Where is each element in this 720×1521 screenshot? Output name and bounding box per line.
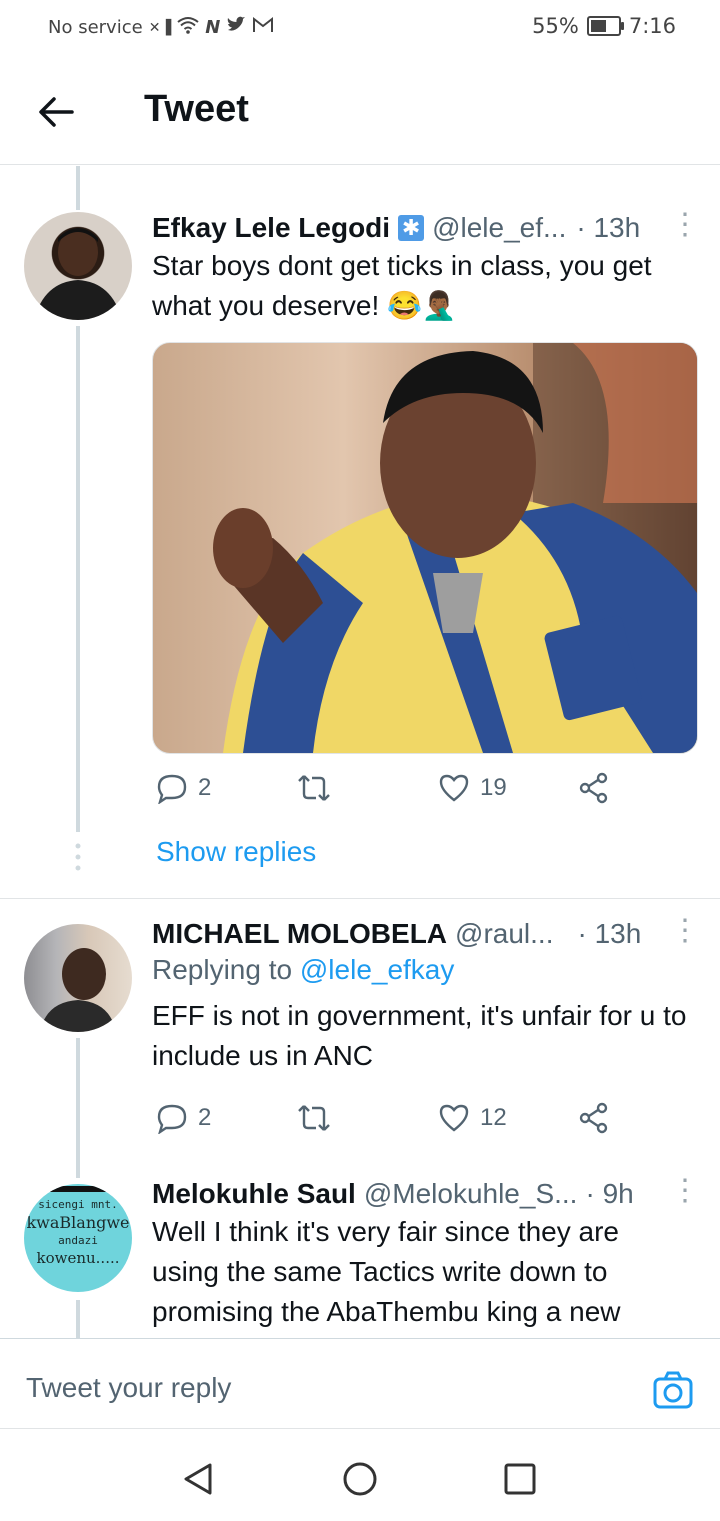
tweet[interactable]: Melokuhle Saul @Melokuhle_S... · 9h ⋮ We…: [152, 1178, 690, 1338]
reply-composer: [0, 1338, 720, 1431]
more-options-icon[interactable]: ⋮: [670, 1178, 690, 1208]
retweet-button[interactable]: [296, 1102, 332, 1134]
like-count: 19: [480, 774, 507, 801]
user-name[interactable]: Efkay Lele Legodi: [152, 212, 390, 244]
user-name[interactable]: Melokuhle Saul: [152, 1178, 356, 1210]
heart-icon: [439, 774, 469, 802]
like-button[interactable]: 12: [438, 1102, 507, 1134]
divider: [0, 898, 720, 899]
avatar-text: andazi: [58, 1234, 98, 1247]
tweet-text: EFF is not in government, it's unfair fo…: [152, 1000, 687, 1071]
share-icon: [579, 1102, 608, 1134]
n-notification-icon: N: [205, 17, 221, 38]
user-handle[interactable]: @lele_ef...: [432, 212, 566, 244]
reply-icon: [157, 1104, 187, 1134]
share-button[interactable]: [578, 1102, 610, 1134]
back-button[interactable]: [34, 90, 78, 134]
system-nav-bar: [0, 1428, 720, 1521]
camera-icon: [653, 1371, 693, 1409]
reply-input[interactable]: [24, 1363, 628, 1413]
replying-to-label: Replying to: [152, 954, 300, 985]
retweet-button[interactable]: [296, 772, 332, 804]
retweet-icon: [298, 1105, 330, 1131]
user-name[interactable]: MICHAEL MOLOBELA: [152, 918, 447, 950]
verified-badge-icon: ✱: [398, 215, 425, 241]
tweet[interactable]: Efkay Lele Legodi ✱ @lele_ef... · 13h ⋮ …: [152, 210, 700, 326]
top-app-bar: Tweet: [0, 58, 720, 165]
signal-icon: ✕▐: [148, 19, 172, 36]
more-options-icon[interactable]: ⋮: [670, 210, 700, 242]
reply-icon: [157, 774, 187, 804]
reply-button[interactable]: 2: [156, 1102, 211, 1134]
twitter-notification-icon: [226, 16, 246, 39]
tweet-actions: 2 19: [152, 772, 622, 812]
more-replies-dots-icon: [75, 843, 81, 871]
reply-count: 2: [198, 1104, 212, 1131]
reply-count: 2: [198, 774, 212, 801]
page-title: Tweet: [144, 88, 249, 130]
avatar-text: kwaBlangwe: [26, 1213, 130, 1232]
back-arrow-icon: [39, 97, 74, 127]
share-icon: [579, 772, 608, 804]
retweet-icon: [298, 775, 330, 801]
battery-percent: 55%: [532, 14, 579, 38]
tweet-time: · 13h: [577, 918, 642, 949]
show-replies-link[interactable]: Show replies: [156, 836, 316, 868]
user-handle[interactable]: @raul...: [455, 918, 553, 950]
tweet[interactable]: MICHAEL MOLOBELA @raul... · 13h ⋮ Replyi…: [152, 916, 700, 1076]
battery-icon: [586, 16, 624, 36]
share-button[interactable]: [578, 772, 610, 804]
avatar[interactable]: [24, 924, 132, 1032]
user-handle[interactable]: @Melokuhle_S...: [364, 1178, 578, 1210]
avatar[interactable]: [24, 212, 132, 320]
more-options-icon[interactable]: ⋮: [670, 916, 700, 948]
home-nav-icon[interactable]: [342, 1461, 378, 1497]
avatar-text: kowenu.....: [36, 1249, 120, 1267]
heart-icon: [439, 1104, 469, 1132]
tweet-actions: 2 12: [152, 1102, 622, 1142]
tweet-text: Well I think it's very fair since they a…: [152, 1216, 621, 1327]
tweet-time: · 13h: [576, 212, 641, 243]
tweet-text: Star boys dont get ticks in class, you g…: [152, 250, 652, 321]
thread-line: [76, 326, 80, 832]
status-bar: No service ✕▐ N 55% 7:16: [0, 0, 720, 58]
back-nav-icon[interactable]: [180, 1461, 216, 1497]
like-button[interactable]: 19: [438, 772, 507, 804]
boy-photo: [213, 343, 697, 753]
like-count: 12: [480, 1104, 507, 1131]
recents-nav-icon[interactable]: [502, 1461, 538, 1497]
thread-line: [76, 1300, 80, 1338]
avatar-text: sicengi mnt.: [38, 1198, 118, 1211]
replying-to-handle[interactable]: @lele_efkay: [300, 954, 455, 985]
carrier-label: No service: [48, 17, 143, 38]
thread-line: [76, 1038, 80, 1178]
avatar[interactable]: sicengi mnt. kwaBlangwe andazi kowenu...…: [24, 1184, 132, 1292]
reply-button[interactable]: 2: [156, 772, 211, 804]
camera-button[interactable]: [652, 1369, 694, 1411]
clock: 7:16: [628, 14, 676, 38]
gmail-notification-icon: [252, 16, 274, 39]
tweet-media-image[interactable]: [152, 342, 698, 754]
tweet-time: · 9h: [585, 1178, 634, 1209]
thread-line: [76, 166, 80, 210]
wifi-icon: [177, 16, 199, 39]
replying-to: Replying to @lele_efkay: [152, 950, 690, 990]
